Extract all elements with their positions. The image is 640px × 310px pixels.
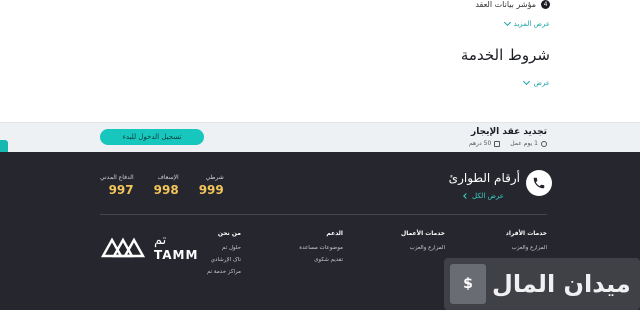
- section-title: شروط الخدمة: [460, 46, 550, 64]
- hotline-label: شرطي: [205, 174, 224, 181]
- column-title: الدعم: [326, 230, 343, 237]
- bullet-text: مؤشر بيانات العقد: [475, 0, 536, 9]
- clock-icon: [541, 140, 547, 147]
- chevron-down-icon: [523, 77, 531, 86]
- view-all-link[interactable]: عرض الكل: [463, 192, 504, 200]
- service-start-bar: تجديد عقد الإيجار 1 يوم عمل 50 درهم تسجي…: [0, 122, 640, 152]
- show-more-label: عرض المزيد: [513, 20, 550, 28]
- login-to-start-button[interactable]: تسجيل الدخول للبدء: [100, 129, 204, 145]
- tamm-logo[interactable]: تم TAMM: [100, 234, 198, 262]
- hotline-label: الدفاع المدني: [100, 174, 134, 181]
- show-more-link[interactable]: عرض المزيد: [503, 18, 550, 28]
- chevron-down-icon: [503, 18, 511, 27]
- emergency-numbers-title: أرقام الطوارئ: [448, 171, 520, 185]
- footer-column-support: الدعم موضوعات مساعدة تقديم شكوى: [279, 230, 343, 281]
- hotline-number: 997: [108, 183, 134, 197]
- fee-item: 50 درهم: [468, 140, 501, 147]
- column-title: خدمات الأعمال: [401, 230, 445, 237]
- money-bag-icon: $: [450, 264, 486, 304]
- show-terms-link[interactable]: عرض: [523, 77, 550, 87]
- tamm-logo-mark-icon: [100, 237, 146, 258]
- footer-link[interactable]: مراكز خدمة تم: [177, 269, 241, 275]
- watermark-text: ميدان المال: [492, 270, 631, 298]
- contract-data-bullet: 4 مؤشر بيانات العقد: [475, 0, 550, 9]
- chevron-left-icon: [463, 193, 469, 199]
- hotline-civil-defense[interactable]: الدفاع المدني 997: [100, 174, 134, 197]
- column-title: خدمات الأفراد: [505, 230, 547, 237]
- footer-link[interactable]: موضوعات مساعدة: [279, 245, 343, 251]
- show-terms-label: عرض: [533, 79, 550, 87]
- fee-text: 50 درهم: [468, 140, 492, 147]
- footer-column-business: خدمات الأعمال المزارع والعزب: [381, 230, 445, 281]
- logo-arabic: تم: [154, 233, 167, 248]
- hotline-label: الإسعاف: [157, 174, 179, 181]
- duration-item: 1 يوم عمل: [510, 140, 547, 147]
- hotline-number: 998: [153, 183, 179, 197]
- hotlines: شرطي 999 الإسعاف 998 الدفاع المدني 997: [100, 174, 224, 197]
- hotline-ambulance[interactable]: الإسعاف 998: [154, 174, 179, 197]
- footer-divider: [100, 214, 547, 215]
- view-all-label: عرض الكل: [472, 192, 504, 200]
- service-meta: 1 يوم عمل 50 درهم: [469, 140, 547, 147]
- phone-icon: [526, 170, 552, 196]
- service-title: تجديد عقد الإيجار: [471, 127, 547, 137]
- hotline-number: 999: [198, 183, 224, 197]
- bullet-number: 4: [541, 0, 550, 9]
- footer-link[interactable]: المزارع والعزب: [483, 245, 547, 251]
- hotline-police[interactable]: شرطي 999: [199, 174, 224, 197]
- footer-link[interactable]: تقديم شكوى: [279, 257, 343, 263]
- service-details-panel: 4 مؤشر بيانات العقد عرض المزيد شروط الخد…: [0, 0, 640, 122]
- receipt-icon: [494, 140, 501, 147]
- watermark: $ ميدان المال: [444, 258, 640, 310]
- footer-link[interactable]: المزارع والعزب: [381, 245, 445, 251]
- duration-text: 1 يوم عمل: [510, 140, 538, 147]
- logo-english: TAMM: [154, 248, 199, 262]
